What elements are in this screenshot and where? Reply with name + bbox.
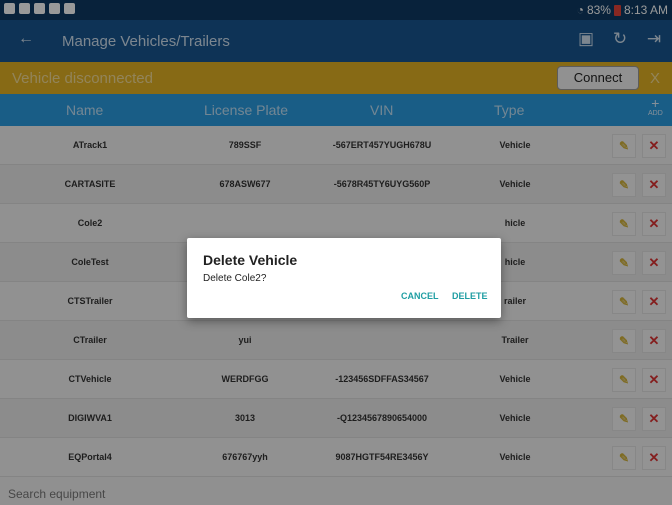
delete-button[interactable]: DELETE bbox=[452, 291, 488, 301]
delete-vehicle-dialog: Delete Vehicle Delete Cole2? CANCEL DELE… bbox=[187, 238, 501, 318]
cancel-button[interactable]: CANCEL bbox=[401, 291, 439, 301]
dialog-message: Delete Cole2? bbox=[203, 273, 267, 284]
dialog-title: Delete Vehicle bbox=[203, 252, 298, 268]
